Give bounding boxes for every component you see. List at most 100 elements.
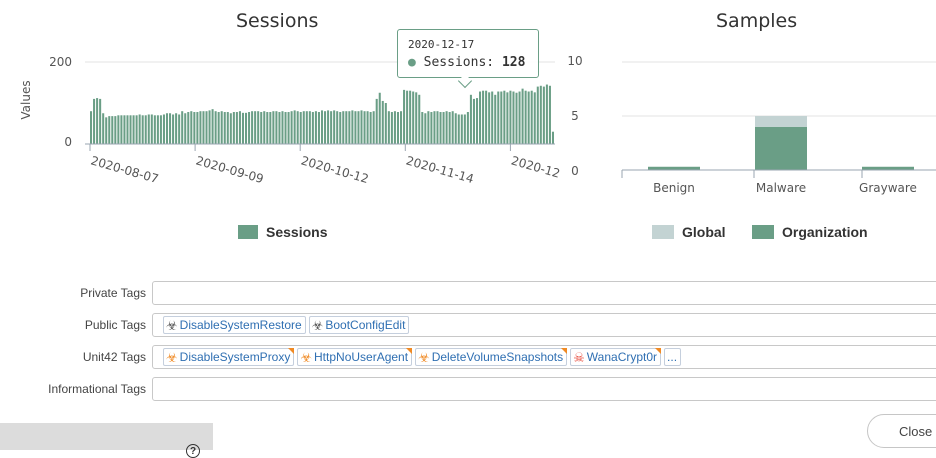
- sessions-bar[interactable]: [436, 111, 439, 144]
- private-tags-field[interactable]: [152, 281, 936, 305]
- sessions-bar[interactable]: [305, 111, 308, 144]
- sessions-bar[interactable]: [229, 113, 232, 144]
- sessions-bar[interactable]: [524, 90, 527, 144]
- sessions-bar[interactable]: [120, 115, 123, 144]
- sessions-bar[interactable]: [387, 111, 390, 144]
- sessions-bar[interactable]: [105, 117, 108, 144]
- sessions-bar[interactable]: [202, 111, 205, 144]
- sessions-bar[interactable]: [366, 111, 369, 144]
- sessions-bar[interactable]: [275, 111, 278, 144]
- sessions-bar[interactable]: [515, 92, 518, 144]
- sessions-bar[interactable]: [454, 113, 457, 144]
- sessions-bar[interactable]: [430, 112, 433, 144]
- sessions-bar[interactable]: [372, 111, 375, 144]
- sessions-bar[interactable]: [284, 112, 287, 144]
- sessions-bar[interactable]: [93, 98, 96, 144]
- sessions-bar[interactable]: [220, 111, 223, 144]
- sessions-bar[interactable]: [181, 111, 184, 144]
- sessions-bar[interactable]: [494, 94, 497, 144]
- sessions-bar[interactable]: [126, 115, 129, 144]
- sessions-bar[interactable]: [172, 114, 175, 144]
- sessions-bar[interactable]: [302, 111, 305, 144]
- sessions-bar[interactable]: [445, 111, 448, 144]
- sessions-bar[interactable]: [482, 90, 485, 144]
- sessions-bar[interactable]: [412, 91, 415, 144]
- sessions-bar[interactable]: [199, 111, 202, 144]
- sessions-bar[interactable]: [138, 114, 141, 144]
- sessions-bar[interactable]: [403, 89, 406, 144]
- more-tags-button[interactable]: ...: [664, 348, 682, 366]
- sessions-bar[interactable]: [512, 91, 515, 144]
- sessions-bar[interactable]: [357, 111, 360, 144]
- sessions-bar[interactable]: [196, 112, 199, 144]
- sessions-bar[interactable]: [503, 90, 506, 144]
- sessions-bar[interactable]: [539, 85, 542, 144]
- sessions-bar[interactable]: [184, 113, 187, 144]
- sessions-bar[interactable]: [132, 115, 135, 144]
- sessions-bar[interactable]: [99, 98, 102, 144]
- sessions-bar[interactable]: [290, 111, 293, 144]
- sessions-bar[interactable]: [263, 111, 266, 144]
- sessions-bar[interactable]: [165, 113, 169, 144]
- sessions-bar[interactable]: [311, 112, 314, 144]
- sessions-bar[interactable]: [463, 114, 466, 144]
- tag-chip[interactable]: ☣ HttpNoUserAgent: [297, 348, 413, 366]
- sessions-bar[interactable]: [354, 111, 357, 144]
- sessions-bar[interactable]: [527, 91, 530, 144]
- sessions-bar[interactable]: [442, 112, 445, 144]
- sessions-bar[interactable]: [217, 112, 220, 144]
- sessions-bar[interactable]: [530, 90, 533, 144]
- sessions-bar[interactable]: [469, 94, 472, 144]
- sessions-bar[interactable]: [460, 114, 463, 144]
- help-icon[interactable]: ?: [186, 444, 200, 458]
- sessions-bar[interactable]: [144, 115, 147, 144]
- sessions-bar[interactable]: [293, 110, 296, 144]
- sessions-bar[interactable]: [375, 98, 378, 144]
- sessions-bar[interactable]: [241, 112, 244, 144]
- sessions-bar[interactable]: [117, 115, 120, 144]
- sessions-bar[interactable]: [475, 98, 479, 144]
- samples-bar-global[interactable]: [755, 116, 807, 127]
- sessions-bar[interactable]: [235, 112, 238, 144]
- close-button[interactable]: Close: [867, 414, 936, 448]
- sessions-bar[interactable]: [393, 111, 396, 144]
- sessions-bar[interactable]: [320, 110, 324, 144]
- sessions-bar[interactable]: [281, 111, 284, 144]
- sessions-bar[interactable]: [296, 111, 299, 144]
- sessions-bar[interactable]: [223, 112, 226, 144]
- organization-legend-item[interactable]: Organization: [752, 224, 868, 240]
- sessions-bar[interactable]: [518, 91, 521, 144]
- sessions-bar[interactable]: [108, 116, 111, 144]
- sessions-bar[interactable]: [369, 112, 372, 144]
- sessions-bar[interactable]: [266, 112, 269, 144]
- sessions-bar[interactable]: [232, 112, 235, 144]
- sessions-bar[interactable]: [129, 115, 132, 144]
- sessions-bar[interactable]: [308, 111, 311, 144]
- sessions-bar[interactable]: [175, 113, 178, 144]
- sessions-bar[interactable]: [248, 112, 251, 144]
- sessions-bar[interactable]: [214, 111, 217, 144]
- sessions-bar[interactable]: [378, 92, 381, 144]
- sessions-bar[interactable]: [156, 115, 159, 144]
- sessions-bar[interactable]: [451, 111, 454, 144]
- sessions-bar[interactable]: [159, 115, 162, 144]
- sessions-bar[interactable]: [251, 111, 254, 144]
- sessions-bar[interactable]: [299, 112, 302, 144]
- sessions-bar[interactable]: [238, 111, 241, 144]
- sessions-bar[interactable]: [466, 112, 469, 144]
- sessions-bar[interactable]: [90, 111, 93, 144]
- sessions-bar[interactable]: [317, 112, 320, 144]
- sessions-bar[interactable]: [339, 112, 342, 144]
- sessions-bar[interactable]: [226, 112, 229, 144]
- sessions-bar[interactable]: [418, 94, 421, 144]
- sessions-bar[interactable]: [141, 115, 144, 144]
- sessions-bar[interactable]: [509, 90, 512, 144]
- sessions-bar[interactable]: [536, 86, 539, 144]
- sessions-bar[interactable]: [497, 91, 500, 144]
- sessions-bar[interactable]: [360, 110, 363, 144]
- sessions-bar[interactable]: [147, 114, 150, 144]
- sessions-bar[interactable]: [384, 103, 387, 144]
- sessions-bar[interactable]: [448, 112, 451, 144]
- sessions-bar[interactable]: [363, 111, 366, 144]
- sessions-bar[interactable]: [190, 111, 193, 144]
